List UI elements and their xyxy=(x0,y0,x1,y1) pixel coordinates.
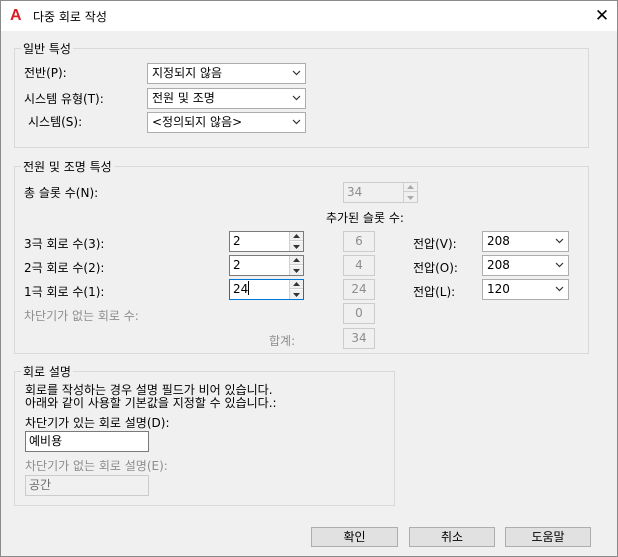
three-pole-slots: 6 xyxy=(343,231,375,252)
voltage-l-label: 전압(L): xyxy=(413,285,456,299)
three-pole-label: 3극 회로 수(3): xyxy=(24,237,105,251)
chevron-down-icon xyxy=(292,94,301,102)
system-type-select[interactable]: 전원 및 조명 xyxy=(147,88,306,109)
no-breaker-slots: 0 xyxy=(343,303,375,324)
with-breaker-label: 차단기가 있는 회로 설명(D): xyxy=(25,416,170,430)
one-pole-spinner[interactable]: 24 xyxy=(229,279,304,300)
with-breaker-input[interactable]: 예비용 xyxy=(25,431,149,452)
spinner-up-icon xyxy=(404,183,417,192)
voltage-v-label: 전압(V): xyxy=(413,237,457,251)
voltage-l-value: 120 xyxy=(487,282,510,296)
one-pole-value: 24 xyxy=(233,282,249,296)
dialog-title: 다중 회로 작성 xyxy=(33,10,107,24)
cancel-button[interactable]: 취소 xyxy=(409,527,495,547)
voltage-v-value: 208 xyxy=(487,234,510,248)
system-select[interactable]: <정의되지 않음> xyxy=(147,112,306,133)
description-info-line2: 아래와 같이 사용할 기본값을 지정할 수 있습니다.: xyxy=(25,396,277,410)
system-label: 시스템(S): xyxy=(28,115,83,129)
autocad-logo-icon: A xyxy=(10,7,22,24)
chevron-down-icon xyxy=(555,237,564,245)
three-pole-value: 2 xyxy=(233,234,241,248)
close-icon[interactable]: ✕ xyxy=(589,3,615,29)
chevron-down-icon xyxy=(555,261,564,269)
voltage-o-select[interactable]: 208 xyxy=(482,255,569,276)
general-legend: 일반 특성 xyxy=(21,40,73,57)
voltage-o-value: 208 xyxy=(487,258,510,272)
chevron-down-icon xyxy=(292,118,301,126)
text-caret xyxy=(248,281,250,295)
two-pole-slots: 4 xyxy=(343,255,375,276)
chevron-down-icon xyxy=(292,69,301,77)
ok-button[interactable]: 확인 xyxy=(311,527,398,547)
spinner-down-icon xyxy=(404,193,417,202)
spinner-up-icon[interactable] xyxy=(290,232,303,241)
one-pole-slots: 24 xyxy=(343,279,375,300)
no-breaker-label: 차단기가 없는 회로 수: xyxy=(24,309,139,323)
chevron-down-icon xyxy=(555,285,564,293)
two-pole-spinner[interactable]: 2 xyxy=(229,255,304,276)
spinner-down-icon[interactable] xyxy=(290,242,303,251)
system-type-select-value: 전원 및 조명 xyxy=(152,91,215,105)
phase-label: 전반(P): xyxy=(24,66,67,80)
system-select-value: <정의되지 않음> xyxy=(152,115,243,129)
spinner-down-icon[interactable] xyxy=(290,266,303,275)
two-pole-value: 2 xyxy=(233,258,241,272)
spinner-up-icon[interactable] xyxy=(290,280,303,289)
phase-select[interactable]: 지정되지 않음 xyxy=(147,63,306,84)
two-pole-label: 2극 회로 수(2): xyxy=(24,261,105,275)
total-value: 34 xyxy=(343,328,375,349)
voltage-v-select[interactable]: 208 xyxy=(482,231,569,252)
total-slots-spinner: 34 xyxy=(343,182,418,203)
total-slots-label: 총 슬롯 수(N): xyxy=(24,186,99,200)
help-button[interactable]: 도움말 xyxy=(505,527,591,547)
without-breaker-label: 차단기가 없는 회로 설명(E): xyxy=(25,459,168,473)
added-slots-label: 추가된 슬롯 수: xyxy=(326,211,404,225)
voltage-l-select[interactable]: 120 xyxy=(482,279,569,300)
title-bar: A 다중 회로 작성 ✕ xyxy=(1,1,617,31)
voltage-o-label: 전압(O): xyxy=(413,261,458,275)
total-label: 합계: xyxy=(269,334,296,348)
one-pole-label: 1극 회로 수(1): xyxy=(24,285,105,299)
total-slots-value: 34 xyxy=(347,185,363,199)
three-pole-spinner[interactable]: 2 xyxy=(229,231,304,252)
spinner-down-icon[interactable] xyxy=(290,290,303,299)
power-legend: 전원 및 조명 특성 xyxy=(21,158,114,175)
dialog-window: A 다중 회로 작성 ✕ 일반 특성 전반(P): 지정되지 않음 시스템 유형… xyxy=(0,0,618,557)
without-breaker-input: 공간 xyxy=(25,475,149,496)
description-legend: 회로 설명 xyxy=(21,363,73,380)
spinner-up-icon[interactable] xyxy=(290,256,303,265)
phase-select-value: 지정되지 않음 xyxy=(152,66,223,80)
system-type-label: 시스템 유형(T): xyxy=(24,92,104,106)
